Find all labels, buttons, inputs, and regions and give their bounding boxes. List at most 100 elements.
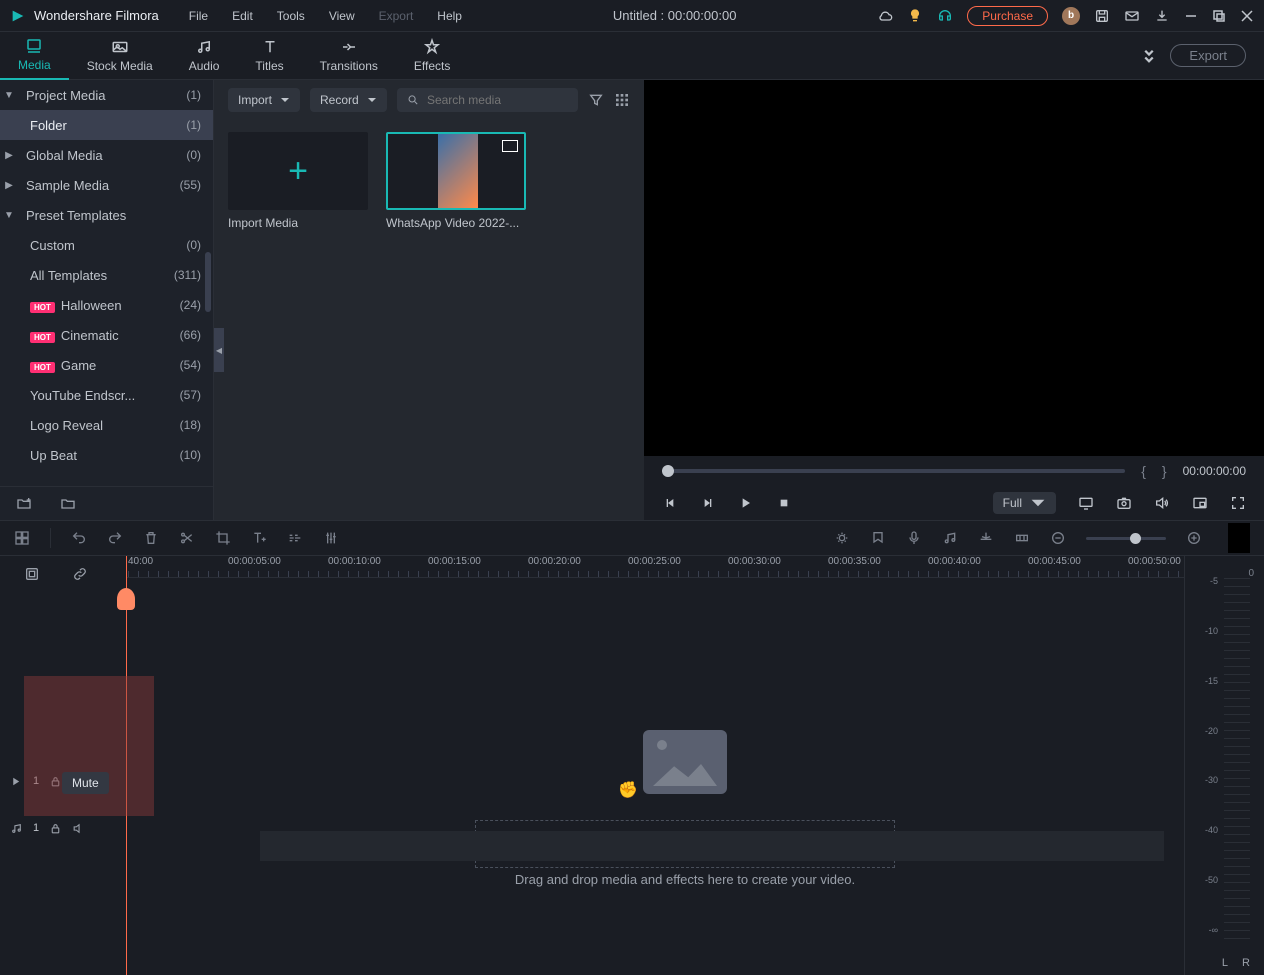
menu-edit[interactable]: Edit <box>222 6 263 26</box>
tree-item-sample-media[interactable]: ▶Sample Media(55) <box>0 170 213 200</box>
tree-item-youtube-endscr-[interactable]: YouTube Endscr...(57) <box>0 380 213 410</box>
fullscreen-icon[interactable] <box>1230 495 1246 511</box>
adjust-icon[interactable] <box>323 530 339 546</box>
minimize-icon[interactable] <box>1184 9 1198 23</box>
mark-in-icon[interactable]: { <box>1141 463 1146 479</box>
color-icon[interactable] <box>834 530 850 546</box>
pip-icon[interactable] <box>1192 495 1208 511</box>
import-dropdown[interactable]: Import <box>228 88 300 112</box>
menu-tools[interactable]: Tools <box>267 6 315 26</box>
magnet-icon[interactable] <box>978 530 994 546</box>
support-icon[interactable] <box>937 8 953 24</box>
tab-stock-media[interactable]: Stock Media <box>69 32 171 80</box>
maximize-icon[interactable] <box>1212 9 1226 23</box>
menu-file[interactable]: File <box>179 6 218 26</box>
tree-item-all-templates[interactable]: All Templates(311) <box>0 260 213 290</box>
cloud-icon[interactable] <box>877 8 893 24</box>
preview-panel: { } 00:00:00:00 Full <box>644 80 1264 520</box>
user-avatar[interactable]: b <box>1062 7 1080 25</box>
ripple-icon[interactable] <box>1014 530 1030 546</box>
search-field[interactable] <box>427 93 568 107</box>
drop-zone[interactable] <box>475 820 895 868</box>
snapshot-icon[interactable] <box>1116 495 1132 511</box>
time-ruler[interactable]: 40:0000:00:05:0000:00:10:0000:00:15:0000… <box>126 556 1264 578</box>
filter-icon[interactable] <box>588 92 604 108</box>
prev-frame-icon[interactable] <box>662 495 678 511</box>
tab-effects[interactable]: Effects <box>396 32 468 80</box>
split-icon[interactable] <box>179 530 195 546</box>
close-icon[interactable] <box>1240 9 1254 23</box>
zoom-out-icon[interactable] <box>1050 530 1066 546</box>
save-icon[interactable] <box>1094 8 1110 24</box>
mark-out-icon[interactable]: } <box>1162 463 1167 479</box>
mute-icon <box>72 822 85 835</box>
volume-icon[interactable] <box>1154 495 1170 511</box>
marker-icon[interactable] <box>870 530 886 546</box>
tree-item-halloween[interactable]: HOTHalloween(24) <box>0 290 213 320</box>
crop-icon[interactable] <box>215 530 231 546</box>
zoom-in-icon[interactable] <box>1186 530 1202 546</box>
tab-transitions[interactable]: Transitions <box>302 32 396 80</box>
preview-timecode: 00:00:00:00 <box>1183 464 1246 478</box>
mute-tooltip: Mute <box>62 772 109 794</box>
export-button[interactable]: Export <box>1170 44 1246 67</box>
tree-item-logo-reveal[interactable]: Logo Reveal(18) <box>0 410 213 440</box>
tree-item-project-media[interactable]: ▼Project Media(1) <box>0 80 213 110</box>
meter-bars <box>1224 572 1250 939</box>
menu-help[interactable]: Help <box>427 6 472 26</box>
timeline-tracks[interactable]: 40:0000:00:05:0000:00:10:0000:00:15:0000… <box>126 556 1264 975</box>
link-icon[interactable] <box>72 566 88 582</box>
grid-view-icon[interactable] <box>614 92 630 108</box>
drop-placeholder-icon <box>643 730 727 794</box>
menu-export[interactable]: Export <box>369 6 424 26</box>
lock-icon <box>49 822 62 835</box>
download-icon[interactable] <box>1154 8 1170 24</box>
preview-scrubber[interactable] <box>662 469 1125 473</box>
media-thumb[interactable]: +Import Media <box>228 132 368 230</box>
redo-icon[interactable] <box>107 530 123 546</box>
tree-item-preset-templates[interactable]: ▼Preset Templates <box>0 200 213 230</box>
search-input[interactable] <box>397 88 578 112</box>
tab-audio[interactable]: Audio <box>171 32 238 80</box>
speed-icon[interactable] <box>287 530 303 546</box>
folder-icon[interactable] <box>60 496 76 512</box>
tree-item-global-media[interactable]: ▶Global Media(0) <box>0 140 213 170</box>
audio-meter: 0 -5-10-15-20-30-40-50-∞ LR <box>1184 556 1264 975</box>
media-thumb[interactable]: WhatsApp Video 2022-... <box>386 132 526 230</box>
project-title: Untitled : 00:00:00:00 <box>472 8 877 23</box>
zoom-fit-icon[interactable] <box>1228 523 1250 553</box>
undo-icon[interactable] <box>71 530 87 546</box>
text-add-icon[interactable] <box>251 530 267 546</box>
audio-mix-icon[interactable] <box>942 530 958 546</box>
tree-item-cinematic[interactable]: HOTCinematic(66) <box>0 320 213 350</box>
menu-view[interactable]: View <box>319 6 365 26</box>
collapse-panel-icon[interactable]: ◀ <box>214 328 224 372</box>
layout-icon[interactable] <box>14 530 30 546</box>
play-icon[interactable] <box>738 495 754 511</box>
new-folder-icon[interactable] <box>16 496 32 512</box>
mail-icon[interactable] <box>1124 8 1140 24</box>
video-badge-icon <box>502 140 518 152</box>
stop-icon[interactable] <box>776 495 792 511</box>
delete-icon[interactable] <box>143 530 159 546</box>
zoom-slider[interactable] <box>1086 537 1166 540</box>
display-icon[interactable] <box>1078 495 1094 511</box>
audio-track-header[interactable]: 1 <box>0 816 126 840</box>
tree-item-custom[interactable]: Custom(0) <box>0 230 213 260</box>
timeline-options-icon[interactable] <box>24 566 40 582</box>
tree-item-up-beat[interactable]: Up Beat(10) <box>0 440 213 470</box>
tree-item-game[interactable]: HOTGame(54) <box>0 350 213 380</box>
tab-media[interactable]: Media <box>0 32 69 80</box>
tree-item-folder[interactable]: Folder(1) <box>0 110 213 140</box>
tab-titles[interactable]: Titles <box>237 32 301 80</box>
quality-dropdown[interactable]: Full <box>993 492 1056 514</box>
purchase-button[interactable]: Purchase <box>967 6 1048 26</box>
next-frame-icon[interactable] <box>700 495 716 511</box>
tree-scrollbar[interactable] <box>205 252 211 312</box>
voiceover-icon[interactable] <box>906 530 922 546</box>
more-tabs-icon[interactable] <box>1140 47 1158 65</box>
record-dropdown[interactable]: Record <box>310 88 387 112</box>
preview-canvas[interactable] <box>644 80 1264 456</box>
tips-icon[interactable] <box>907 8 923 24</box>
timeline: 1 1 40:0000:00:05:0000:00:10:0000:00:15:… <box>0 556 1264 975</box>
